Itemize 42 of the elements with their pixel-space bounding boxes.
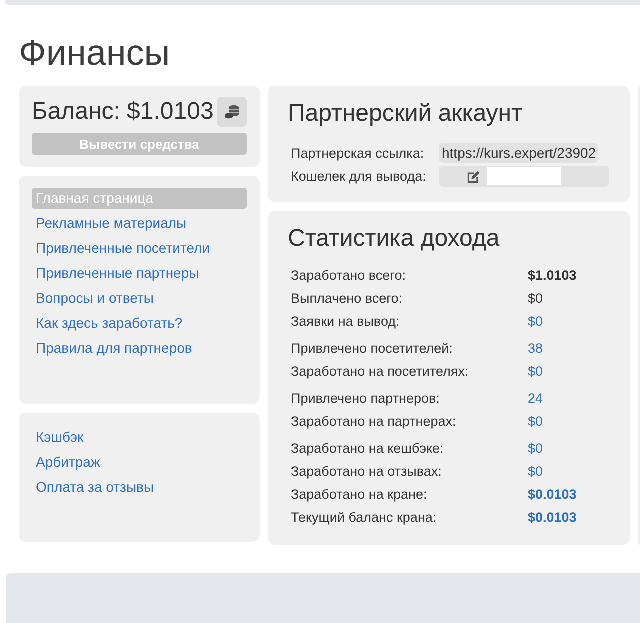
nav-link[interactable]: Арбитраж	[32, 452, 247, 473]
referral-link-field[interactable]: https://kurs.expert/23902	[439, 143, 598, 163]
stat-value-link[interactable]: $0	[528, 314, 544, 329]
stat-label: Выплачено всего:	[291, 291, 404, 306]
edit-icon[interactable]	[467, 170, 480, 182]
stat-label: Заработано всего:	[291, 268, 408, 283]
nav-link[interactable]: Привлеченные партнеры	[32, 263, 247, 284]
stat-value: $1.0103	[528, 268, 577, 283]
nav-link[interactable]: Вопросы и ответы	[32, 288, 247, 309]
stat-value-link[interactable]: $0	[528, 364, 544, 379]
nav-link[interactable]: Правила для партнеров	[32, 338, 247, 359]
nav-link[interactable]: Привлеченные посетители	[32, 238, 247, 259]
field-label: Кошелек для вывода:	[291, 168, 428, 184]
stat-label: Заработано на кешбэке:	[291, 441, 445, 456]
wallet-input[interactable]	[487, 167, 561, 185]
nav-link[interactable]: Как здесь заработать?	[32, 313, 247, 334]
stat-label: Заработано на отзывах:	[291, 464, 443, 479]
stat-label: Заработано на посетителях:	[291, 364, 470, 379]
stat-label: Заработано на партнерах:	[291, 414, 458, 429]
stat-value-link[interactable]: $0	[528, 414, 544, 429]
stat-value-link[interactable]: $0	[528, 464, 544, 479]
stat-value-link[interactable]: $0.0103	[528, 510, 577, 525]
stat-label: Заявки на вывод:	[291, 314, 401, 329]
coins-button[interactable]	[217, 97, 247, 127]
nav-link[interactable]: Кэшбэк	[32, 427, 247, 448]
stat-label: Заработано на кране:	[291, 487, 428, 502]
balance-amount: Баланс: $1.0103	[32, 97, 214, 127]
stat-value-link[interactable]: $0	[528, 441, 544, 456]
stat-value-link[interactable]: 38	[528, 341, 544, 356]
stat-label: Текущий баланс крана:	[291, 510, 438, 525]
stat-value-link[interactable]: $0.0103	[528, 487, 577, 502]
stat-label: Привлечено партнеров:	[291, 391, 441, 406]
card-title: Статистика дохода	[288, 224, 501, 254]
stat-label: Привлечено посетителей:	[291, 341, 454, 356]
field-label: Партнерская ссылка:	[291, 146, 426, 160]
stat-value: $0	[528, 291, 544, 306]
nav-link[interactable]: Оплата за отзывы	[32, 477, 247, 498]
coins-icon	[224, 105, 240, 119]
nav-link[interactable]: Рекламные материалы	[32, 213, 247, 234]
page-title: Финансы	[19, 31, 172, 75]
card-title: Партнерский аккаунт	[288, 99, 524, 129]
stat-value-link[interactable]: 24	[528, 391, 544, 406]
